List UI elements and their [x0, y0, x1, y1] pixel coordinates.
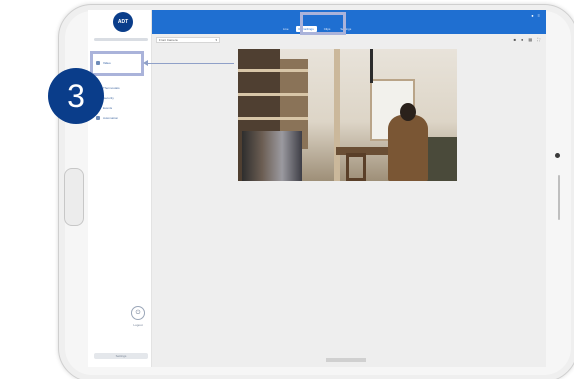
tablet-camera: [555, 153, 560, 158]
video-toolbar: Front Camera ▾ ■ ● ▦ ⛶: [152, 36, 546, 44]
app-header: ● ≡ Live Recordings Clips Settings: [152, 10, 546, 34]
video-scene-person: [388, 115, 428, 181]
video-scene-chair: [346, 153, 366, 181]
fullscreen-icon[interactable]: ⛶: [537, 37, 540, 42]
video-scene-plants: [423, 137, 457, 181]
sidebar-item-label: Automation: [103, 116, 119, 120]
adt-logo: ADT: [113, 12, 133, 32]
sidebar-item-label: Security: [103, 96, 114, 100]
camera-select-value: Front Camera: [159, 38, 178, 42]
callout-arrow-line: [146, 63, 234, 64]
camera-select[interactable]: Front Camera ▾: [156, 37, 220, 43]
sidebar-footer-button[interactable]: Settings: [94, 353, 148, 359]
video-scene-column: [334, 49, 340, 181]
video-scene-shelf-band: [238, 93, 308, 96]
video-scene-shelf-band: [238, 69, 308, 72]
video-scene-table: [336, 147, 396, 155]
grid-icon[interactable]: ▦: [528, 37, 532, 42]
snapshot-icon[interactable]: ■: [514, 37, 516, 42]
power-icon: ⏻: [135, 310, 141, 316]
sidebar-item-label: Thermostats: [103, 86, 120, 90]
logout-button[interactable]: ⏻: [131, 306, 145, 320]
callout-arrow-head: [143, 60, 148, 66]
logo-tagline-bar: [94, 38, 148, 41]
video-scene-person-head: [400, 103, 416, 121]
user-icon[interactable]: ●: [531, 13, 533, 18]
highlight-recordings-tab: [300, 12, 346, 35]
video-scene-clothes-rack: [242, 131, 302, 181]
tablet-side-indicator: [558, 175, 560, 220]
sidebar-item-label: Events: [103, 106, 113, 110]
sidebar-item-automation[interactable]: Automation: [96, 114, 118, 122]
video-scene-shelf-band: [238, 117, 308, 120]
chevron-down-icon: ▾: [215, 38, 217, 42]
header-icons: ● ≡: [531, 13, 540, 18]
video-scene-lamp: [370, 49, 373, 83]
live-video-feed[interactable]: [238, 49, 457, 181]
logout-label: Logout: [133, 323, 143, 327]
gear-icon: [96, 116, 100, 120]
highlight-sidebar-video: [90, 51, 144, 76]
menu-icon[interactable]: ≡: [538, 13, 540, 18]
tablet-home-button[interactable]: [64, 168, 84, 226]
record-icon[interactable]: ●: [521, 37, 523, 42]
tab-live[interactable]: Live: [280, 26, 292, 32]
step-callout-badge: 3: [48, 68, 104, 124]
screen-bottom-indicator: [326, 358, 366, 362]
toolbar-icons: ■ ● ▦ ⛶: [514, 37, 540, 42]
